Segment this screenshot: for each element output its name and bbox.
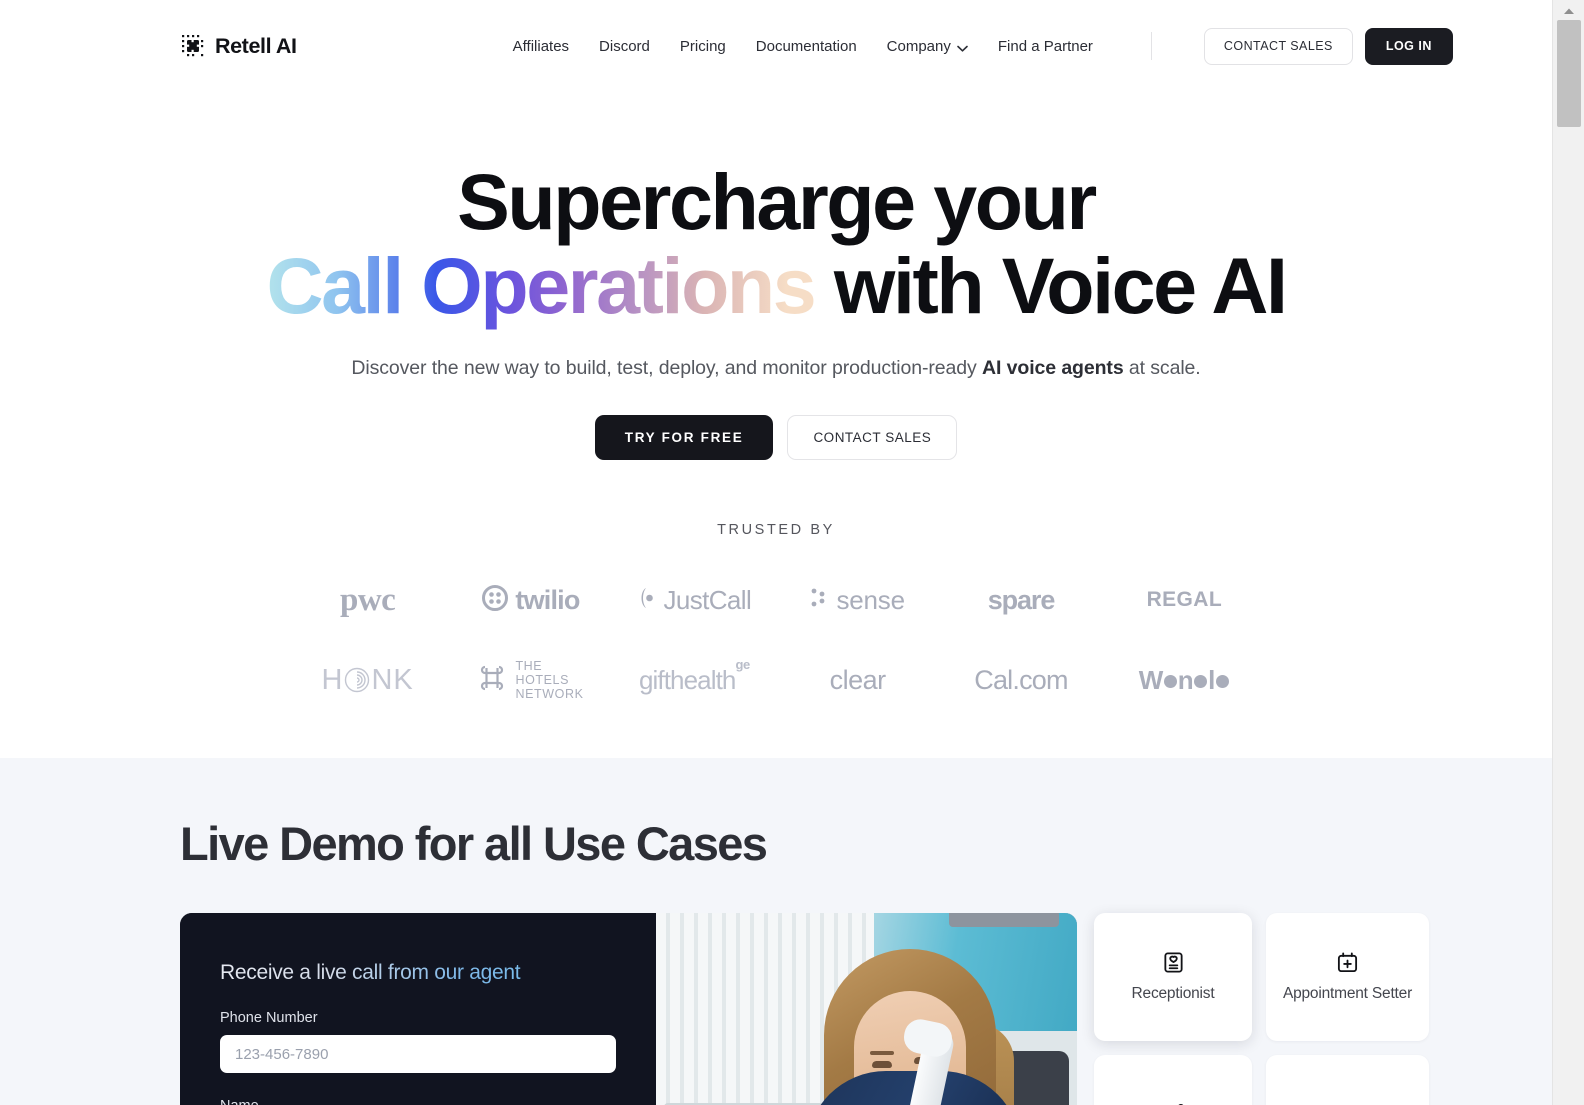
logo-clear: clear <box>776 654 939 706</box>
brand-logo[interactable]: Retell AI <box>180 33 297 59</box>
use-case-card-four[interactable] <box>1266 1055 1429 1105</box>
logo-the-hotels-network: THE HOTELS NETWORK <box>449 654 612 706</box>
hero-cta-group: TRY FOR FREE CONTACT SALES <box>0 415 1552 460</box>
hero-title-line2-tail: with Voice AI <box>814 241 1288 330</box>
live-call-form-title: Receive a live call from our agent <box>220 961 616 985</box>
sense-dots-icon <box>810 586 827 615</box>
wonolo-dot-icon <box>1215 674 1229 688</box>
try-for-free-button[interactable]: TRY FOR FREE <box>594 415 774 460</box>
nav-item-pricing[interactable]: Pricing <box>680 38 726 55</box>
client-logo-grid: pwc twilio JustCall sense spare REGAL H … <box>286 574 1266 706</box>
nav-item-label: Pricing <box>679 37 726 55</box>
receptionist-on-phone-photo <box>656 913 1077 1105</box>
logo-label: H NK <box>321 663 414 696</box>
logo-label: Cal.com <box>974 664 1068 695</box>
hero-subtitle-part2: at scale. <box>1123 357 1201 379</box>
scrollbar-thumb[interactable] <box>1557 20 1581 127</box>
phone-number-label: Phone Number <box>220 1010 318 1026</box>
logo-sense: sense <box>776 574 939 626</box>
demo-panel: Receive a live call from our agent Phone… <box>180 913 1077 1105</box>
nav-divider <box>1150 32 1152 60</box>
nav-item-label: Find a Partner <box>997 37 1093 55</box>
page-title: Supercharge your Call Operations with Vo… <box>0 160 1552 328</box>
logo-justcall: JustCall <box>613 574 776 626</box>
use-case-card-grid: Receptionist Appointment Setter <box>1094 913 1429 1105</box>
hero-subtitle: Discover the new way to build, test, dep… <box>0 353 1552 383</box>
hero-subtitle-part1: Discover the new way to build, test, dep… <box>351 357 983 379</box>
nav-item-discord[interactable]: Discord <box>599 38 650 55</box>
hotels-network-mark-icon <box>478 663 506 698</box>
browser-viewport: Retell AI Affiliates Discord Pricing Doc… <box>0 0 1584 1105</box>
logo-label: twilio <box>515 584 580 615</box>
logo-spare: spare <box>939 574 1102 626</box>
justcall-mark-icon <box>637 587 655 614</box>
logo-label: JustCall <box>663 584 752 615</box>
login-button[interactable]: LOG IN <box>1364 27 1453 65</box>
use-case-card-receptionist[interactable]: Receptionist <box>1094 913 1252 1041</box>
hero-title-line1: Supercharge your <box>457 157 1097 246</box>
logo-pwc: pwc <box>286 574 449 626</box>
nav-item-label: Discord <box>599 37 650 55</box>
primary-nav: Affiliates Discord Pricing Documentation… <box>513 27 1453 65</box>
live-demo-section: Live Demo for all Use Cases Receive a li… <box>0 758 1552 1105</box>
name-label: Name <box>220 1098 616 1105</box>
trusted-by-label: TRUSTED BY <box>717 522 835 538</box>
hero-contact-sales-button[interactable]: CONTACT SALES <box>787 415 958 460</box>
logo-label: spare <box>987 584 1056 615</box>
honk-target-icon <box>343 667 371 693</box>
header-actions: CONTACT SALES LOG IN <box>1203 27 1453 65</box>
wonolo-dot-icon <box>1163 674 1177 688</box>
logo-label: Wnl <box>1139 665 1230 696</box>
logo-label: clear <box>829 664 887 695</box>
nav-item-documentation[interactable]: Documentation <box>756 38 857 55</box>
hero-title-gradient: Call Operations <box>266 241 816 330</box>
section-title: Live Demo for all Use Cases <box>180 817 768 870</box>
live-call-form: Receive a live call from our agent Phone… <box>180 913 656 1105</box>
phone-number-input[interactable] <box>220 1035 616 1073</box>
nav-item-affiliates[interactable]: Affiliates <box>513 38 569 55</box>
contact-card-icon <box>1162 951 1185 974</box>
logo-twilio: twilio <box>449 574 612 626</box>
logo-wonolo: Wnl <box>1103 654 1266 706</box>
use-case-card-three[interactable] <box>1094 1055 1252 1105</box>
logo-calcom: Cal.com <box>939 654 1102 706</box>
nav-item-company[interactable]: Company <box>887 37 968 56</box>
logo-label: REGAL <box>1146 588 1223 611</box>
logo-label: gifthealthge <box>638 656 750 695</box>
nav-item-find-a-partner[interactable]: Find a Partner <box>998 38 1093 55</box>
nav-item-label: Company <box>886 37 951 55</box>
calendar-plus-icon <box>1336 951 1359 974</box>
hero-subtitle-bold: AI voice agents <box>982 357 1124 379</box>
nav-item-label: Documentation <box>755 37 857 55</box>
wonolo-dot-icon <box>1194 674 1208 688</box>
hero-section: Supercharge your Call Operations with Vo… <box>0 92 1552 460</box>
use-case-label: Appointment Setter <box>1282 984 1413 1002</box>
nav-item-label: Affiliates <box>512 37 570 55</box>
scroll-up-arrow-icon[interactable] <box>1553 3 1584 19</box>
use-case-card-appointment-setter[interactable]: Appointment Setter <box>1266 913 1429 1041</box>
logo-gifthealth: gifthealthge <box>613 654 776 706</box>
trusted-by-section: TRUSTED BY pwc twilio JustCall sense spa… <box>0 522 1552 758</box>
header-contact-sales-button[interactable]: CONTACT SALES <box>1203 27 1353 65</box>
demo-body: Receive a live call from our agent Phone… <box>0 913 1552 1105</box>
use-case-label: Receptionist <box>1131 984 1215 1002</box>
twilio-dots-icon <box>482 584 509 616</box>
logo-regal: REGAL <box>1103 574 1266 626</box>
site-header: Retell AI Affiliates Discord Pricing Doc… <box>0 0 1552 92</box>
vertical-scrollbar[interactable] <box>1552 0 1584 1105</box>
chevron-down-icon <box>957 39 968 56</box>
logo-label: pwc <box>339 581 396 618</box>
logo-label: sense <box>836 584 905 615</box>
logo-honk: H NK <box>286 654 449 706</box>
dot-matrix-logo-icon <box>180 33 206 59</box>
page-content: Retell AI Affiliates Discord Pricing Doc… <box>0 0 1552 1105</box>
logo-label: THE HOTELS NETWORK <box>515 659 584 701</box>
brand-name: Retell AI <box>215 33 297 58</box>
